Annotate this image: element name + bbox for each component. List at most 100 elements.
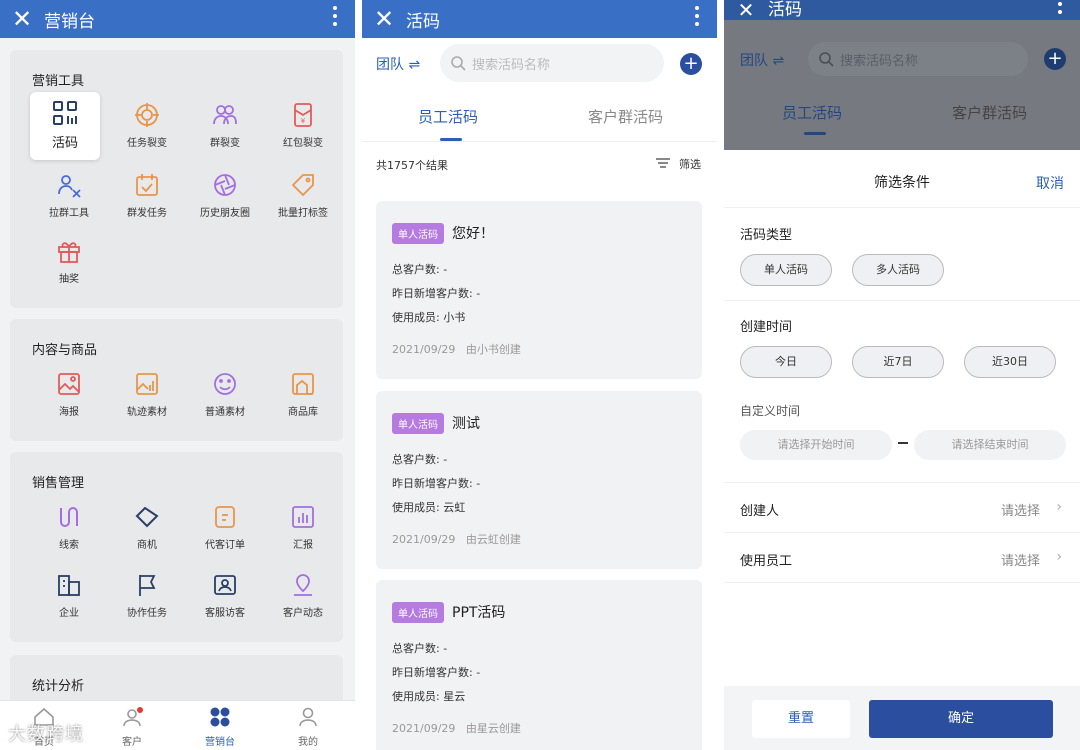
grid-item-service-visitor[interactable]: 客服访客 [190, 572, 260, 619]
divider [724, 482, 1080, 483]
grid-item-track-material[interactable]: 轨迹素材 [112, 371, 182, 418]
svg-text:¥: ¥ [301, 117, 306, 125]
image-chart-icon [136, 373, 158, 395]
search-icon [451, 56, 466, 71]
bar-report-icon [292, 506, 314, 528]
divider [724, 532, 1080, 533]
grid-item-group-fission[interactable]: 群裂变 [190, 102, 260, 149]
code-name: PPT活码 [452, 605, 506, 621]
list-item[interactable]: 单人活码 您好！ 总客户数: - 昨日新增客户数: - 使用成员: 小书 202… [376, 201, 702, 379]
employee-label: 使用员工 [740, 554, 793, 569]
sales-card: 销售管理 线索 商机 代客订单 汇报 企业 协作任务 客服访客 客户动态 [10, 452, 343, 642]
cancel-button[interactable]: 取消 [1036, 173, 1064, 193]
creator: 由云虹创建 [465, 533, 521, 546]
chip-30-days[interactable]: 近30日 [964, 346, 1056, 378]
grid-item-red-packet[interactable]: ¥ 红包裂变 [268, 102, 338, 149]
employee-selector[interactable]: 使用员工 请选择 › [740, 549, 1064, 569]
grid-item-label: 群发任务 [127, 208, 167, 219]
tag-icon [291, 174, 314, 197]
chip-today[interactable]: 今日 [740, 346, 832, 378]
grid-item-poster[interactable]: 海报 [34, 371, 104, 418]
grid-item-leads[interactable]: 线索 [34, 504, 104, 551]
sheet-footer: 重置 确定 [724, 686, 1080, 750]
swap-icon: ⇌ [772, 53, 785, 69]
employee-value: 请选择 [1000, 554, 1040, 569]
created-date: 2021/09/29 [392, 343, 456, 356]
grid-item-label: 批量打标签 [278, 208, 328, 219]
grid-item-lottery[interactable]: 抽奖 [34, 238, 104, 285]
tab-employee-code[interactable]: 员工活码 [418, 106, 478, 127]
filter-sheet: 筛选条件 取消 活码类型 单人活码 多人活码 创建时间 今日 近7日 近30日 … [724, 150, 1080, 750]
top-bar: ✕ 活码 [362, 0, 717, 38]
grid-item-moments[interactable]: 历史朋友圈 [190, 172, 260, 219]
list-item[interactable]: 单人活码 PPT活码 总客户数: - 昨日新增客户数: - 使用成员: 星云 2… [376, 580, 702, 750]
created-date: 2021/09/29 [392, 533, 456, 546]
chip-multi-code[interactable]: 多人活码 [852, 254, 944, 286]
user-icon [299, 707, 317, 727]
order-icon [215, 506, 235, 528]
sheet-header: 筛选条件 取消 [724, 150, 1080, 208]
created-date: 2021/09/29 [392, 722, 456, 735]
grid-item-label: 拉群工具 [49, 208, 89, 219]
users-add-icon [58, 175, 81, 198]
chevron-right-icon: › [1056, 499, 1062, 515]
add-button[interactable]: + [680, 53, 702, 75]
type-badge: 单人活码 [392, 602, 444, 623]
code-type-label: 活码类型 [740, 228, 793, 243]
chip-7-days[interactable]: 近7日 [852, 346, 944, 378]
grid-item-goods-library[interactable]: 商品库 [268, 371, 338, 418]
grid-item-live-code[interactable]: 活码 [30, 92, 100, 160]
grid-item-label: 历史朋友圈 [200, 208, 250, 219]
tab-mine[interactable]: 我的 [278, 707, 338, 748]
swap-icon: ⇌ [408, 57, 421, 73]
range-dash [898, 442, 908, 444]
creator-selector[interactable]: 创建人 请选择 › [740, 499, 1064, 519]
grid-item-label: 海报 [59, 407, 79, 418]
close-icon[interactable]: ✕ [362, 0, 406, 38]
customer-icon [123, 707, 143, 727]
qr-code-icon [53, 101, 77, 125]
image-icon [58, 373, 80, 395]
list-item[interactable]: 单人活码 测试 总客户数: - 昨日新增客户数: - 使用成员: 云虹 2021… [376, 391, 702, 569]
close-icon[interactable]: ✕ [0, 0, 44, 38]
more-icon[interactable] [333, 6, 337, 32]
grid-item-opportunity[interactable]: 商机 [112, 504, 182, 551]
tab-label: 客户 [122, 737, 142, 748]
reset-button[interactable]: 重置 [752, 700, 850, 738]
grid-item-label: 普通素材 [205, 407, 245, 418]
grid-item-task-fission[interactable]: 任务裂变 [112, 102, 182, 149]
grid-item-normal-material[interactable]: 普通素材 [190, 371, 260, 418]
tab-employee-code: 员工活码 [782, 104, 843, 122]
tab-strip: 员工活码 客户群活码 [362, 92, 717, 142]
start-date-input[interactable]: 请选择开始时间 [740, 430, 892, 460]
grid-item-mass-send[interactable]: 群发任务 [112, 172, 182, 219]
tab-group-code[interactable]: 客户群活码 [588, 106, 663, 127]
grid-item-batch-tag[interactable]: 批量打标签 [268, 172, 338, 219]
dimmed-background[interactable]: ✕ 活码 团队 ⇌ 搜索活码名称 + 员工活码 客户群活码 [724, 0, 1080, 150]
more-icon[interactable] [1058, 0, 1062, 14]
grid-item-group-pull[interactable]: 拉群工具 [34, 172, 104, 219]
tab-marketing[interactable]: 营销台 [190, 707, 250, 748]
team-switch: 团队 ⇌ [740, 50, 784, 70]
grid-item-proxy-order[interactable]: 代客订单 [190, 504, 260, 551]
chip-single-code[interactable]: 单人活码 [740, 254, 832, 286]
end-date-input[interactable]: 请选择结束时间 [914, 430, 1066, 460]
tab-customer[interactable]: 客户 [102, 707, 162, 748]
total-customers: 总客户数: - [392, 453, 448, 466]
grid-item-label: 红包裂变 [283, 138, 323, 149]
grid-item-customer-activity[interactable]: 客户动态 [268, 572, 338, 619]
content-goods-card: 内容与商品 海报 轨迹素材 普通素材 商品库 [10, 319, 343, 441]
grid-item-label: 客服访客 [205, 608, 245, 619]
close-icon[interactable]: ✕ [724, 0, 768, 20]
grid-item-collab-task[interactable]: 协作任务 [112, 572, 182, 619]
grid-item-enterprise[interactable]: 企业 [34, 572, 104, 619]
grid-item-label: 协作任务 [127, 608, 167, 619]
confirm-button[interactable]: 确定 [869, 700, 1053, 738]
grid-item-report[interactable]: 汇报 [268, 504, 338, 551]
search-input[interactable]: 搜索活码名称 [440, 44, 664, 82]
section-title: 销售管理 [32, 476, 85, 491]
more-icon[interactable] [695, 6, 699, 32]
section-title: 营销工具 [32, 74, 85, 89]
filter-button[interactable]: 筛选 [655, 156, 701, 172]
team-switch[interactable]: 团队 ⇌ [376, 54, 420, 74]
